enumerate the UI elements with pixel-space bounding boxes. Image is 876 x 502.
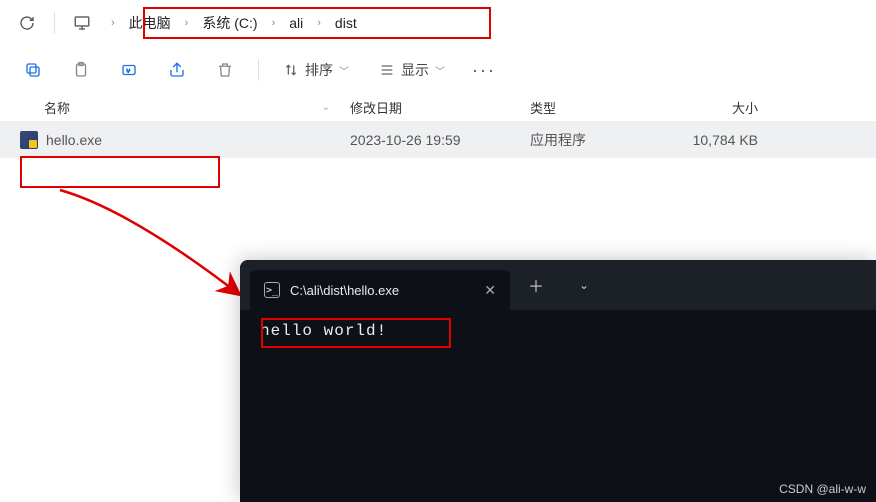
sort-button[interactable]: 排序 ﹀	[273, 51, 359, 89]
tab-dropdown-button[interactable]: ⌄	[562, 265, 606, 305]
sort-label: 排序	[305, 60, 333, 80]
chevron-right-icon: ›	[111, 17, 115, 29]
file-name: hello.exe	[46, 132, 102, 148]
column-name-label: 名称	[44, 98, 70, 117]
more-button[interactable]: ···	[465, 51, 503, 89]
column-type[interactable]: 类型	[530, 98, 658, 117]
close-icon[interactable]: ✕	[484, 282, 496, 299]
monitor-icon[interactable]	[65, 6, 99, 40]
terminal-icon: >_	[264, 282, 280, 298]
annotation-arrow	[40, 180, 260, 320]
annotation-box	[20, 156, 220, 188]
breadcrumb-item[interactable]: 此电脑	[121, 11, 179, 35]
view-button[interactable]: 显示 ﹀	[369, 51, 455, 89]
toolbar: 排序 ﹀ 显示 ﹀ ···	[0, 46, 876, 94]
view-label: 显示	[401, 60, 429, 80]
file-size: 10,784 KB	[658, 132, 778, 148]
column-headers: 名称 ⌄ 修改日期 类型 大小	[0, 94, 876, 122]
rename-icon[interactable]	[110, 51, 148, 89]
nav-bar: › 此电脑 › 系统 (C:) › ali › dist	[0, 0, 876, 46]
refresh-button[interactable]	[10, 6, 44, 40]
file-type: 应用程序	[530, 130, 658, 150]
sort-indicator-icon: ⌄	[322, 102, 330, 113]
share-icon[interactable]	[158, 51, 196, 89]
watermark: CSDN @ali-w-w	[779, 482, 866, 496]
terminal-tab[interactable]: >_ C:\ali\dist\hello.exe ✕	[250, 270, 510, 310]
delete-icon[interactable]	[206, 51, 244, 89]
chevron-right-icon: ›	[317, 17, 321, 29]
breadcrumb-item[interactable]: ali	[281, 13, 311, 33]
terminal-tabbar: >_ C:\ali\dist\hello.exe ✕ ＋ ⌄	[240, 260, 876, 310]
terminal-output: hello world!	[240, 310, 876, 352]
paste-icon[interactable]	[62, 51, 100, 89]
column-size[interactable]: 大小	[658, 98, 778, 117]
terminal-window: >_ C:\ali\dist\hello.exe ✕ ＋ ⌄ hello wor…	[240, 260, 876, 502]
copy-icon[interactable]	[14, 51, 52, 89]
terminal-tab-actions: ＋ ⌄	[514, 265, 606, 305]
chevron-down-icon: ﹀	[339, 63, 349, 78]
new-tab-button[interactable]: ＋	[514, 265, 558, 305]
chevron-right-icon: ›	[272, 17, 276, 29]
breadcrumb-item[interactable]: dist	[327, 13, 365, 33]
separator	[258, 59, 259, 81]
file-modified: 2023-10-26 19:59	[350, 132, 530, 148]
chevron-right-icon: ›	[185, 17, 189, 29]
terminal-tab-title: C:\ali\dist\hello.exe	[290, 283, 399, 298]
breadcrumb: › 此电脑 › 系统 (C:) › ali › dist	[105, 7, 375, 39]
column-modified[interactable]: 修改日期	[350, 98, 530, 117]
file-row[interactable]: hello.exe 2023-10-26 19:59 应用程序 10,784 K…	[0, 122, 876, 158]
chevron-down-icon: ﹀	[435, 63, 445, 78]
column-name[interactable]: 名称 ⌄	[20, 98, 350, 117]
exe-file-icon	[20, 131, 38, 149]
breadcrumb-item[interactable]: 系统 (C:)	[194, 11, 265, 35]
separator	[54, 12, 55, 34]
